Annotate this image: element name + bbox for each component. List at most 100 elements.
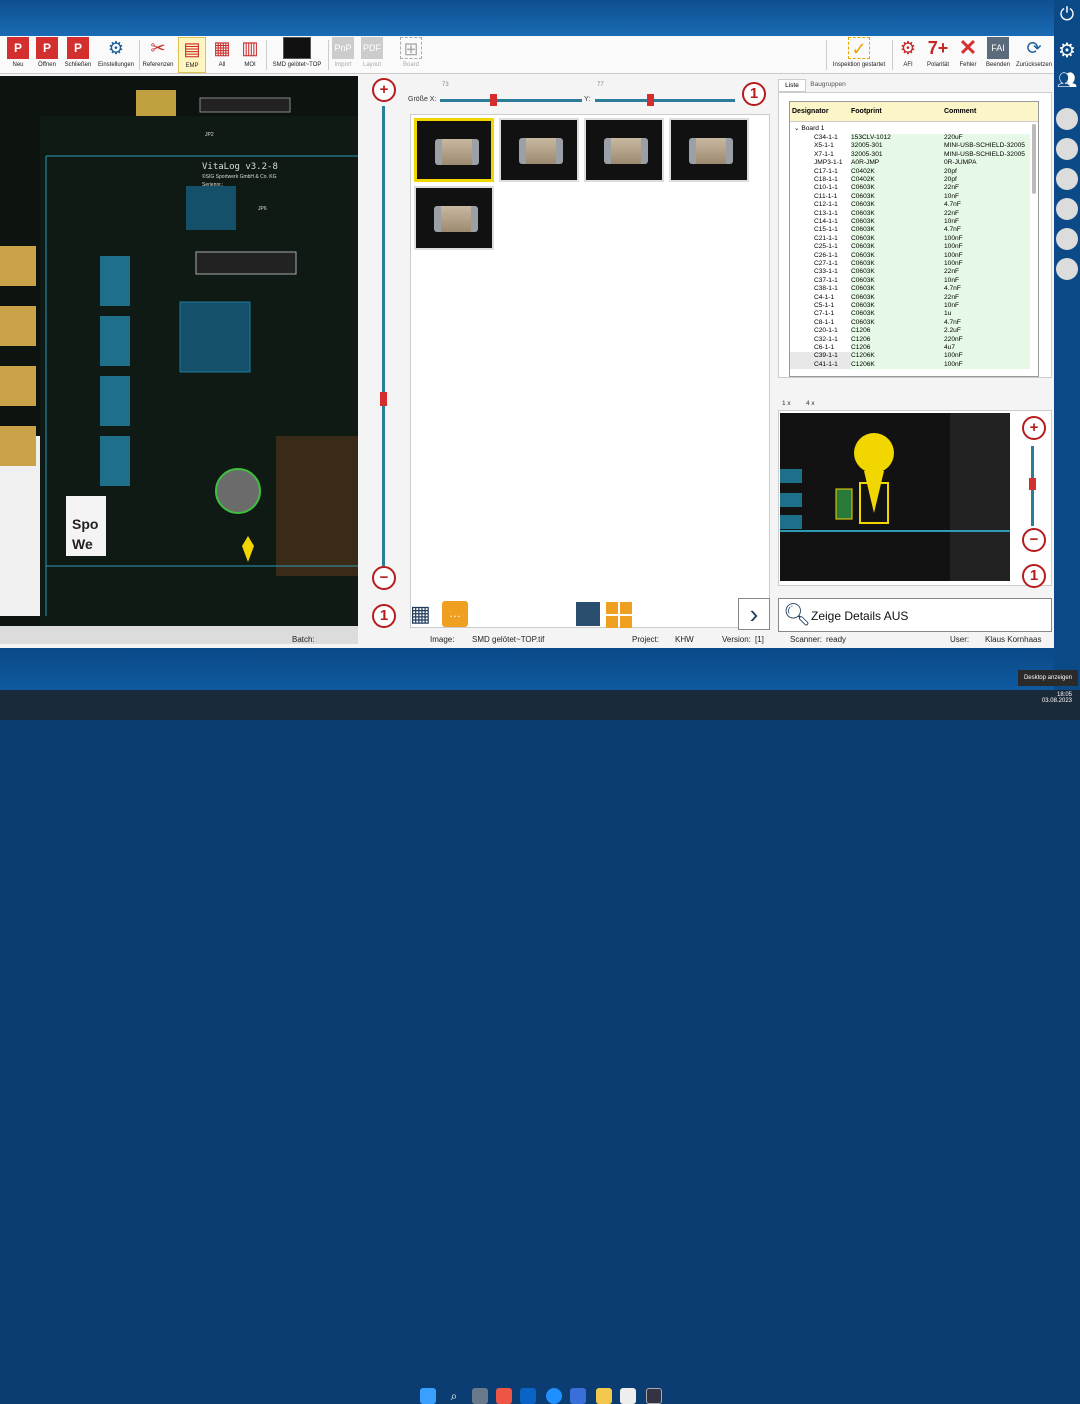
list-row[interactable]: C21-1-1 C0603K 100nF — [790, 234, 1030, 244]
list-row[interactable]: C10-1-1 C0603K 22nF — [790, 184, 1030, 193]
thumbnail-item[interactable] — [669, 118, 749, 182]
tree-group-board[interactable]: ⌄ Board 1 — [794, 124, 824, 132]
board-select-dropdown[interactable]: SMD gelötet~TOP — [268, 37, 326, 73]
tab-groups[interactable]: Baugruppen — [808, 79, 848, 92]
list-row[interactable]: JMP3-1-1 A0R-JMP 0R-JUMPA — [790, 159, 1030, 168]
list-row[interactable]: C34-1-1 153CLV-1012 220uF — [790, 134, 1030, 143]
size-x-slider[interactable] — [440, 99, 582, 102]
exit-button[interactable]: FAI Beenden — [984, 37, 1012, 73]
quad-view-icon[interactable] — [606, 602, 632, 628]
list-row[interactable]: C33-1-1 C0603K 22nF — [790, 268, 1030, 277]
reset-button[interactable]: ⟳ Zurücksetzen — [1014, 37, 1054, 73]
component-list[interactable]: Designator Footprint Comment ⌄ Board 1 C… — [789, 101, 1039, 377]
gear-icon[interactable]: ⚙ — [1056, 38, 1078, 62]
list-row[interactable]: C13-1-1 C0603K 22nF — [790, 209, 1030, 218]
grid-view-icon[interactable]: ▦ — [410, 601, 436, 627]
size-x-handle[interactable] — [490, 94, 497, 106]
list-row[interactable]: C27-1-1 C0603K 100nF — [790, 260, 1030, 269]
list-row[interactable]: C5-1-1 C0603K 10nF — [790, 302, 1030, 311]
launcher-app-icon[interactable] — [1056, 198, 1078, 220]
launcher-app-icon[interactable] — [1056, 108, 1078, 130]
import-button[interactable]: PnP Import — [330, 37, 356, 73]
zoom-out-button[interactable]: − — [372, 566, 396, 590]
launcher-app-icon[interactable] — [1056, 138, 1078, 160]
detail-zoom-out-button[interactable]: − — [1022, 528, 1046, 552]
size-y-slider[interactable] — [595, 99, 735, 102]
tab-list[interactable]: Liste — [778, 79, 806, 92]
layout-button[interactable]: PDF Layout — [359, 37, 385, 73]
thumbnail-item[interactable] — [499, 118, 579, 182]
list-row[interactable]: C26-1-1 C0603K 100nF — [790, 251, 1030, 260]
polarity-button[interactable]: 7+ Polarität — [924, 37, 952, 73]
next-button[interactable]: › — [738, 598, 770, 630]
launcher-app-icon[interactable] — [1056, 168, 1078, 190]
list-row[interactable]: C41-1-1 C1206K 100nF — [790, 360, 1030, 370]
single-view-icon[interactable] — [576, 602, 600, 626]
list-row[interactable]: C8-1-1 C0603K 4.7nF — [790, 318, 1030, 328]
list-scrollbar[interactable] — [1032, 124, 1036, 194]
header-comment[interactable]: Comment — [944, 108, 1024, 115]
tab-zoom-4x[interactable]: 4 x — [806, 400, 815, 407]
browser-icon[interactable] — [546, 1388, 562, 1404]
size-y-handle[interactable] — [647, 94, 654, 106]
list-row[interactable]: C14-1-1 C0603K 10nF — [790, 218, 1030, 227]
launcher-app-icon[interactable] — [1056, 258, 1078, 280]
list-row[interactable]: C25-1-1 C0603K 100nF — [790, 243, 1030, 252]
zoom-in-button[interactable]: + — [372, 78, 396, 102]
task-view-icon[interactable] — [472, 1388, 488, 1404]
start-icon[interactable] — [420, 1388, 436, 1404]
close-project-button[interactable]: P Schließen — [62, 37, 94, 73]
app-icon[interactable] — [496, 1388, 512, 1404]
comment-icon[interactable]: … — [442, 601, 468, 627]
inspection-app-icon[interactable] — [646, 1388, 662, 1404]
error-button[interactable]: ✕ Fehler — [955, 37, 981, 73]
power-icon[interactable]: ⏻ — [1056, 4, 1078, 26]
list-row[interactable]: C32-1-1 C1206 220nF — [790, 335, 1030, 344]
toggle-details-button[interactable]: 🔍︎ Zeige Details AUS — [778, 598, 1052, 632]
list-row[interactable]: C38-1-1 C0603K 4.7nF — [790, 285, 1030, 294]
inspection-started-button[interactable]: ✓ Inspektion gestartet — [830, 37, 888, 73]
users-icon[interactable]: 👥︎ — [1056, 70, 1078, 92]
folder-icon[interactable] — [596, 1388, 612, 1404]
thumbnail-item[interactable] — [414, 186, 494, 250]
search-icon[interactable]: ⌕ — [446, 1388, 462, 1404]
pcb-image-view[interactable]: VitaLog v3.2-8 ©SIG Sportwerk GmbH & Co.… — [0, 76, 358, 644]
list-row[interactable]: X5-1-1 32005-301 MINI-USB-SCHIELD-32005 — [790, 142, 1030, 151]
list-row[interactable]: C6-1-1 C1206 4u7 — [790, 344, 1030, 353]
new-button[interactable]: P Neu — [4, 37, 32, 73]
document-icon[interactable] — [620, 1388, 636, 1404]
list-row[interactable]: C12-1-1 C0603K 4.7nF — [790, 201, 1030, 210]
list-row[interactable]: C4-1-1 C0603K 22nF — [790, 293, 1030, 302]
header-designator[interactable]: Designator — [790, 108, 851, 115]
tab-zoom-1x[interactable]: 1 x — [782, 400, 791, 407]
list-row[interactable]: C39-1-1 C1206K 100nF — [790, 352, 1030, 361]
list-row[interactable]: C7-1-1 C0603K 1u — [790, 310, 1030, 319]
size-reset-button[interactable]: 1 — [742, 82, 766, 106]
open-button[interactable]: P Öffnen — [33, 37, 61, 73]
zoom-slider-track[interactable] — [382, 106, 385, 566]
list-row[interactable]: C17-1-1 C0402K 20pf — [790, 167, 1030, 176]
outlook-icon[interactable] — [520, 1388, 536, 1404]
thumbnail-item[interactable] — [584, 118, 664, 182]
list-row[interactable]: X7-1-1 32005-301 MINI-USB-SCHIELD-32005 — [790, 150, 1030, 160]
list-row[interactable]: C20-1-1 C1206 2.2uF — [790, 327, 1030, 336]
moi-button[interactable]: ▥ MOI — [236, 37, 264, 73]
detail-zoom-handle[interactable] — [1029, 478, 1036, 490]
board-button[interactable]: ⊞ Board — [396, 37, 426, 73]
clock[interactable]: 18:05 03.08.2023 — [1030, 692, 1072, 704]
detail-zoom-in-button[interactable]: + — [1022, 416, 1046, 440]
emp-button[interactable]: ▤ EMP — [178, 37, 206, 73]
list-row[interactable]: C18-1-1 C0402K 20pf — [790, 176, 1030, 185]
settings-button[interactable]: ⚙ Einstellungen — [96, 37, 136, 73]
all-button[interactable]: ▦ All — [208, 37, 236, 73]
header-footprint[interactable]: Footprint — [851, 108, 944, 115]
list-row[interactable]: C37-1-1 C0603K 10nF — [790, 276, 1030, 286]
detail-zoom-reset-button[interactable]: 1 — [1022, 564, 1046, 588]
list-row[interactable]: C11-1-1 C0603K 10nF — [790, 192, 1030, 202]
list-row[interactable]: C15-1-1 C0603K 4.7nF — [790, 226, 1030, 235]
launcher-app-icon[interactable] — [1056, 228, 1078, 250]
afi-button[interactable]: ⚙ AFI — [895, 37, 921, 73]
zoom-reset-button[interactable]: 1 — [372, 604, 396, 628]
references-button[interactable]: ✂ Referenzen — [141, 37, 175, 73]
detail-zoom-view[interactable] — [780, 413, 1010, 581]
